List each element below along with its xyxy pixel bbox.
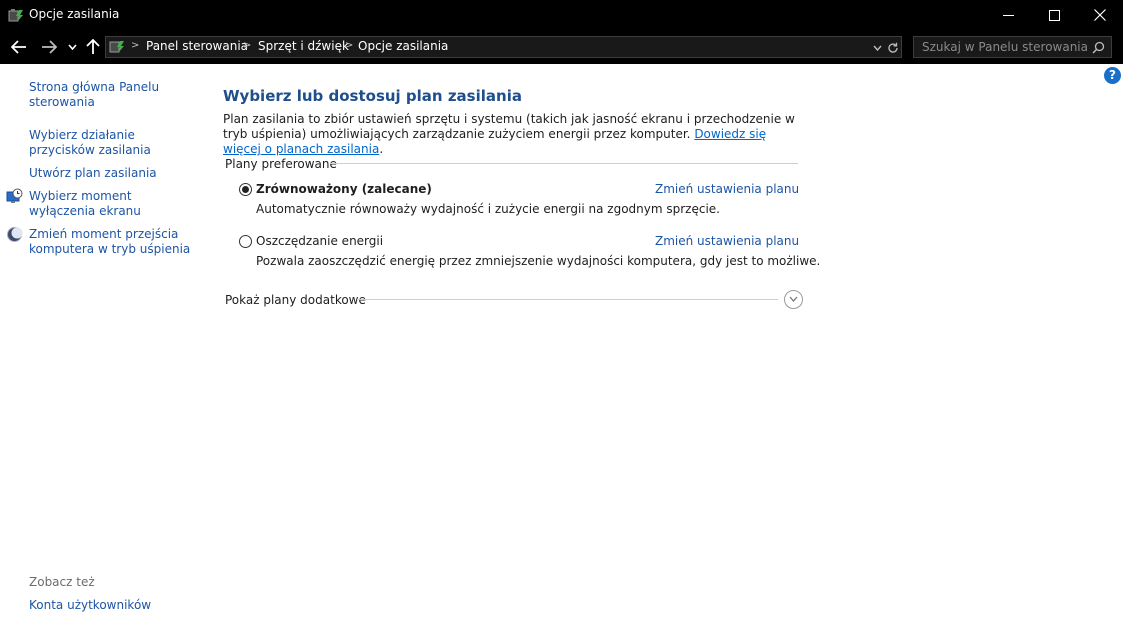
plan-description-balanced: Automatycznie równoważy wydajność i zuży… — [256, 202, 720, 216]
search-placeholder: Szukaj w Panelu sterowania — [922, 40, 1088, 54]
page-title: Wybierz lub dostosuj plan zasilania — [223, 87, 522, 105]
up-arrow-icon — [86, 39, 100, 54]
window-title: Opcje zasilania — [29, 7, 120, 21]
section-divider — [357, 299, 778, 300]
minimize-icon — [1002, 14, 1014, 16]
close-button[interactable] — [1077, 0, 1123, 30]
plan-radio-balanced[interactable] — [239, 183, 252, 196]
control-panel-icon — [109, 41, 124, 53]
sidebar-item-power-buttons[interactable]: Wybierz działanie przycisków zasilania — [29, 128, 199, 158]
sidebar-item-display-off[interactable]: Wybierz moment wyłączenia ekranu — [29, 189, 199, 219]
breadcrumb-separator-icon[interactable]: > — [131, 40, 139, 51]
maximize-icon — [1048, 9, 1060, 21]
back-button[interactable] — [8, 36, 30, 58]
breadcrumb-control-panel[interactable]: Panel sterowania — [146, 39, 248, 53]
show-additional-plans-label[interactable]: Pokaż plany dodatkowe — [225, 293, 366, 307]
forward-arrow-icon — [42, 40, 57, 54]
see-also-label: Zobacz też — [29, 575, 95, 589]
description-end: . — [379, 142, 384, 156]
help-button[interactable]: ? — [1104, 67, 1121, 84]
plan-description-power-saver: Pozwala zaoszczędzić energię przez zmnie… — [256, 254, 821, 268]
search-input[interactable]: Szukaj w Panelu sterowania — [913, 36, 1112, 58]
minimize-button[interactable] — [985, 0, 1031, 30]
breadcrumb-separator-icon[interactable]: > — [345, 40, 353, 51]
sidebar-item-user-accounts[interactable]: Konta użytkowników — [29, 598, 151, 613]
back-arrow-icon — [11, 40, 26, 54]
plan-name-power-saver[interactable]: Oszczędzanie energii — [256, 234, 383, 248]
breadcrumb-power-options[interactable]: Opcje zasilania — [358, 39, 448, 53]
plan-radio-power-saver[interactable] — [239, 235, 252, 248]
chevron-down-icon — [789, 296, 798, 302]
power-options-icon — [8, 9, 23, 22]
sidebar-item-create-plan[interactable]: Utwórz plan zasilania — [29, 166, 157, 181]
address-dropdown-button[interactable] — [870, 37, 884, 59]
title-bar: Opcje zasilania — [0, 0, 1123, 30]
section-divider — [330, 163, 798, 164]
page-description: Plan zasilania to zbiór ustawień sprzętu… — [223, 112, 803, 157]
recent-locations-button[interactable] — [65, 36, 79, 58]
plan-name-balanced[interactable]: Zrównoważony (zalecane) — [256, 182, 432, 196]
maximize-button[interactable] — [1031, 0, 1077, 30]
preferred-plans-label: Plany preferowane — [225, 157, 337, 171]
chevron-down-icon — [67, 44, 77, 50]
sidebar-item-control-panel-home[interactable]: Strona główna Panelu sterowania — [29, 80, 199, 110]
sidebar-item-sleep[interactable]: Zmień moment przejścia komputera w tryb … — [29, 227, 199, 257]
breadcrumb-hardware-sound[interactable]: Sprzęt i dźwięk — [258, 39, 349, 53]
breadcrumb-separator-icon[interactable]: > — [243, 40, 251, 51]
search-icon[interactable] — [1092, 41, 1105, 54]
clock-monitor-icon — [6, 188, 23, 203]
change-plan-settings-link-balanced[interactable]: Zmień ustawienia planu — [655, 182, 799, 196]
up-button[interactable] — [83, 36, 103, 58]
expand-additional-plans-button[interactable] — [784, 290, 803, 309]
forward-button[interactable] — [38, 36, 60, 58]
refresh-button[interactable] — [886, 37, 900, 59]
close-icon — [1094, 9, 1106, 21]
moon-sleep-icon — [7, 227, 23, 242]
power-options-window: Opcje zasilania > Panel sterowania > Spr… — [0, 0, 1123, 632]
chevron-down-icon — [872, 45, 882, 51]
change-plan-settings-link-power-saver[interactable]: Zmień ustawienia planu — [655, 234, 799, 248]
refresh-icon — [888, 42, 898, 53]
radio-selected-dot — [242, 186, 249, 193]
